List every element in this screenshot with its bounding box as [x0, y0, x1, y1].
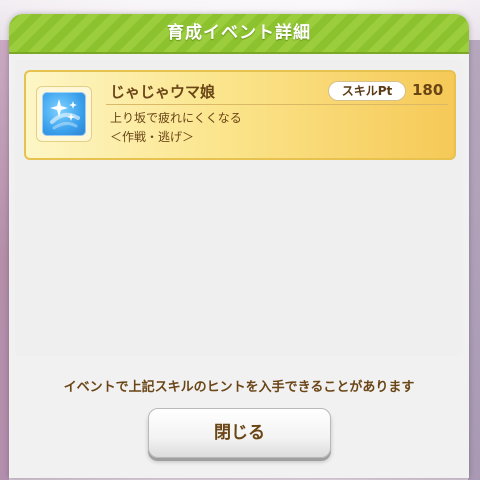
content-panel: じゃじゃウマ娘 スキルPt 180 上り坂で疲れにくくなる ＜作戦・逃げ＞ [15, 60, 463, 356]
skill-condition: ＜作戦・逃げ＞ [110, 130, 195, 144]
skill-card[interactable]: じゃじゃウマ娘 スキルPt 180 上り坂で疲れにくくなる ＜作戦・逃げ＞ [24, 70, 456, 160]
skill-divider [106, 104, 448, 105]
hint-text: イベントで上記スキルのヒントを入手できることがあります [63, 380, 415, 395]
background-right-edge [468, 40, 480, 480]
event-detail-dialog: 育成イベント詳細 じゃじゃウマ娘 スキルPt 180 上り坂で疲れにくくなる ＜… [9, 14, 469, 478]
skill-pt-badge: スキルPt [328, 81, 406, 101]
skill-pt-value: 180 [412, 81, 444, 99]
skill-description: 上り坂で疲れにくくなる [110, 111, 242, 125]
background-left-edge [0, 40, 9, 480]
dialog-body: じゃじゃウマ娘 スキルPt 180 上り坂で疲れにくくなる ＜作戦・逃げ＞ イベ… [9, 54, 469, 478]
skill-icon-frame [36, 86, 92, 142]
sparkle-icon [42, 92, 86, 136]
skill-name: じゃじゃウマ娘 [110, 83, 216, 101]
close-button[interactable]: 閉じる [148, 408, 331, 458]
dialog-title: 育成イベント詳細 [167, 23, 311, 43]
